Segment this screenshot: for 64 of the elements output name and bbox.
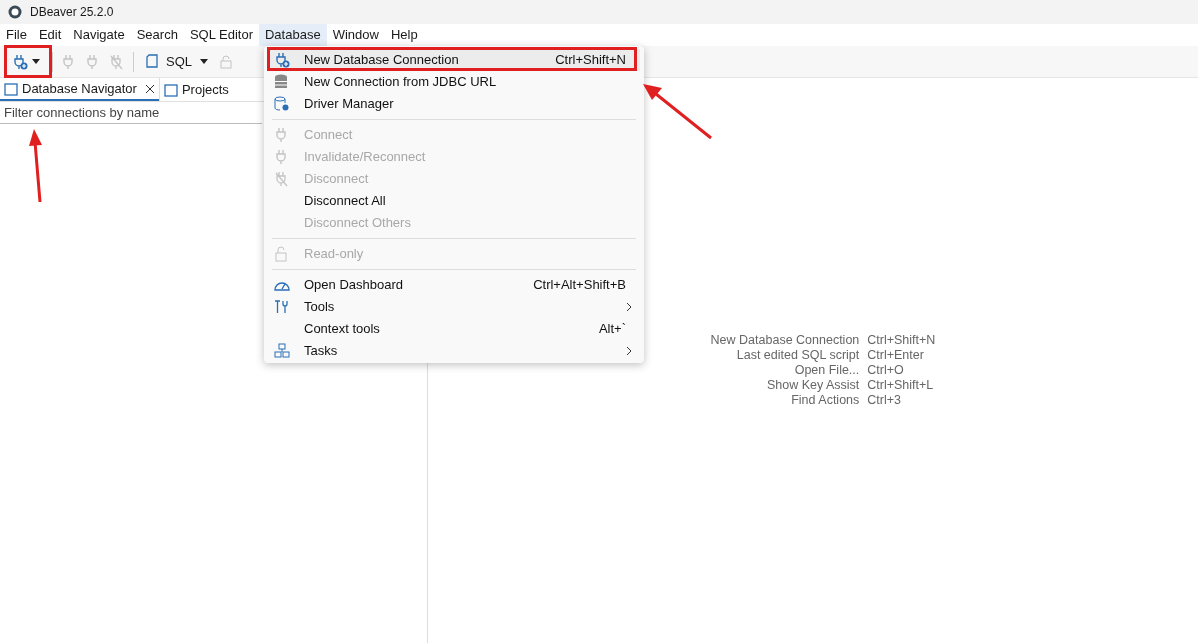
menu-shortcut: Ctrl+Shift+N [555,51,626,70]
hint-shortcut: Ctrl+O [867,363,905,378]
hint-action: Last edited SQL script [735,348,860,363]
menu-entry-label: Disconnect All [304,192,386,211]
filter-field[interactable]: Filter connections by name [0,102,262,124]
menu-entry-label: Context tools [304,320,380,339]
caret-icon [32,59,40,64]
menu-entry-label: Tools [304,298,335,317]
panel-tab[interactable]: Projects [158,78,233,101]
menu-item[interactable]: Database [259,24,327,46]
hint-shortcut: Ctrl+Shift+L [867,378,935,393]
menu-entry-label: Invalidate/Reconnect [304,148,426,167]
boxes-icon [274,343,290,359]
menu-item[interactable]: SQL Editor [183,24,259,46]
menu-entry-label: Connect [304,126,353,145]
menu-entry-label: New Database Connection [304,51,459,70]
menu-item[interactable]: Help [384,24,424,46]
menu-item[interactable]: Navigate [67,24,131,46]
tools-icon [274,300,288,314]
panel-tab[interactable]: Database Navigator [0,78,159,101]
plug-plus-icon [274,52,290,68]
database-gear-icon [274,96,290,112]
arrow-drawing [642,82,714,140]
menu-entry[interactable]: Disconnect All [268,190,640,212]
sql-editor-button[interactable]: SQL [142,51,212,72]
menu-entry-label: Disconnect [304,170,369,189]
menu-shortcut: Alt+` [598,320,626,339]
hint-action: Open File... [793,363,860,378]
menu-item[interactable]: Edit [32,24,68,46]
hint-action: New Database Connection [710,333,860,348]
plug-plus-icon [12,53,28,70]
database-icon [274,74,288,90]
menu-entry-label: Driver Manager [304,95,394,114]
menu-item[interactable]: Search [130,24,184,46]
menu-shortcut: Ctrl+Alt+Shift+B [533,276,626,295]
lock-icon [220,54,232,69]
menu-entry-label: Disconnect Others [304,214,411,233]
menu-entry[interactable]: Tasks [268,340,640,362]
close-icon[interactable] [144,83,155,94]
caret-icon [200,59,208,64]
menu-entry[interactable]: New Connection from JDBC URL [268,71,640,93]
hint-shortcut: Ctrl+Enter [867,348,925,363]
menu-entry[interactable]: Open Dashboard Ctrl+Alt+Shift+B [268,274,640,296]
menu-entry[interactable]: Tools [268,296,640,318]
hint-action: Find Actions [790,393,860,408]
menu-entry-label: Open Dashboard [304,276,403,295]
menu-item[interactable]: Window [326,24,385,46]
panel-icon [163,82,178,97]
hint-shortcut: Ctrl+Shift+N [867,333,936,348]
plug-crossed-icon [109,53,125,70]
highlight-frame [4,45,52,78]
hint-shortcut: Ctrl+3 [867,393,902,408]
menu-entry-label: Tasks [304,342,338,361]
menu-entry-label: Read-only [304,245,364,264]
script-icon [146,53,158,70]
plug-crossed-icon [274,171,290,187]
menu-entry[interactable]: Context tools Alt+` [268,318,640,340]
menu-entry-label: New Connection from JDBC URL [304,73,497,92]
panel-icon [4,81,18,96]
hint-action: Show Key Assist [765,378,860,393]
menu-entry[interactable]: Driver Manager [268,93,640,115]
window-title: DBeaver 25.2.0 [30,4,114,21]
menu-item[interactable]: File [0,24,33,46]
lock-icon [274,246,288,262]
